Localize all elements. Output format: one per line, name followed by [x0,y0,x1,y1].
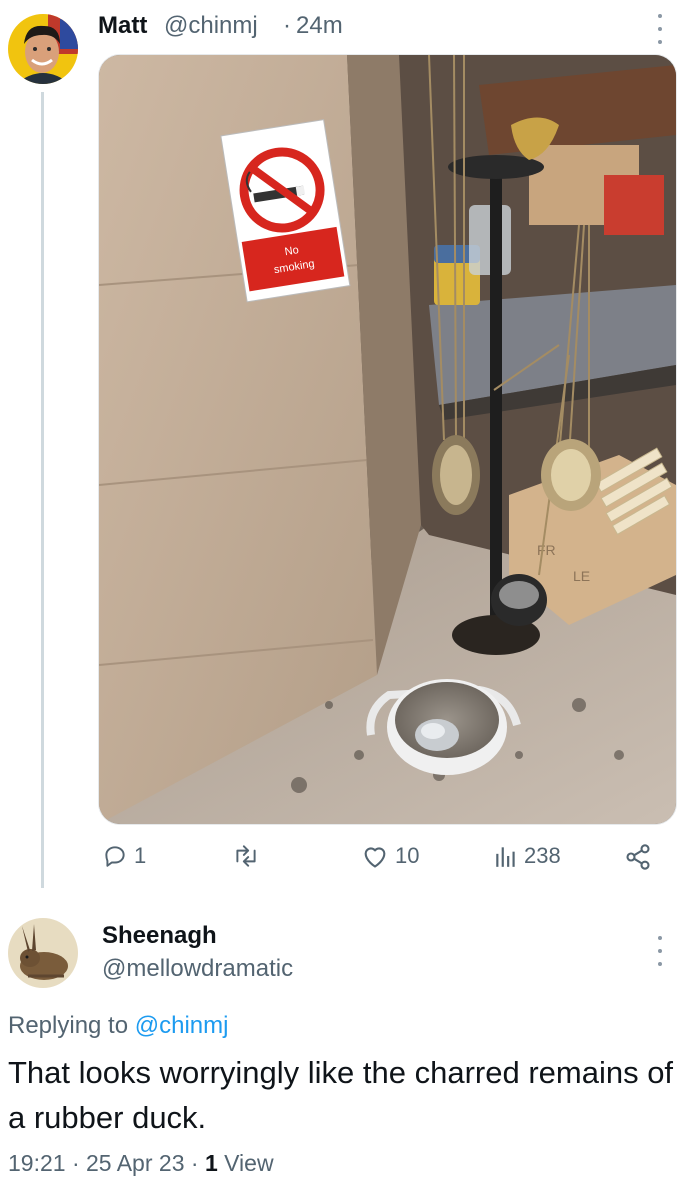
more-icon[interactable] [655,936,665,966]
reply-date[interactable]: 25 Apr 23 [86,1150,184,1176]
author-name[interactable]: Matt [98,12,147,40]
meta-separator: · [190,1150,199,1176]
box-text-le: LE [573,568,590,584]
reply-text: That looks worryingly like the charred r… [8,1055,674,1135]
reply-button[interactable]: 1 [102,843,146,869]
replying-to: Replying to @chinmj [8,1012,228,1040]
author-handle[interactable]: @chinmj [164,12,258,40]
author-avatar[interactable] [8,14,78,84]
views-icon [496,847,515,867]
tweet-time[interactable]: 24m [296,12,343,40]
like-icon [364,847,386,868]
views-button[interactable]: 238 [494,843,561,869]
reply-author-handle[interactable]: @mellowdramatic [102,955,293,983]
share-button[interactable] [624,843,652,871]
reply-author-name[interactable]: Sheenagh [102,922,217,950]
replying-to-handle-link[interactable]: @chinmj [135,1012,229,1039]
share-icon [626,844,650,870]
reply-count: 1 [134,843,147,868]
tweet-photo[interactable]: FR LE No smoking [98,54,677,825]
sign-text-no: No [284,244,300,258]
reply-icon [105,846,125,867]
more-icon[interactable] [655,14,665,44]
replying-to-label: Replying to [8,1012,129,1039]
box-text-fr: FR [537,542,556,558]
reply-author-avatar[interactable] [8,918,78,988]
thread-line [41,92,44,888]
reply-views-count: 1 [204,1150,218,1176]
like-button[interactable]: 10 [361,843,419,869]
separator-dot: · [283,12,291,39]
meta-separator: · [71,1150,80,1176]
like-count: 10 [395,843,420,868]
reply-views-label: View [224,1150,274,1176]
retweet-icon [236,845,256,867]
reply-meta: 19:21 · 25 Apr 23 · 1 View [8,1150,274,1177]
views-count: 238 [524,843,561,868]
retweet-button[interactable] [232,843,266,869]
reply-time[interactable]: 19:21 [8,1150,66,1176]
